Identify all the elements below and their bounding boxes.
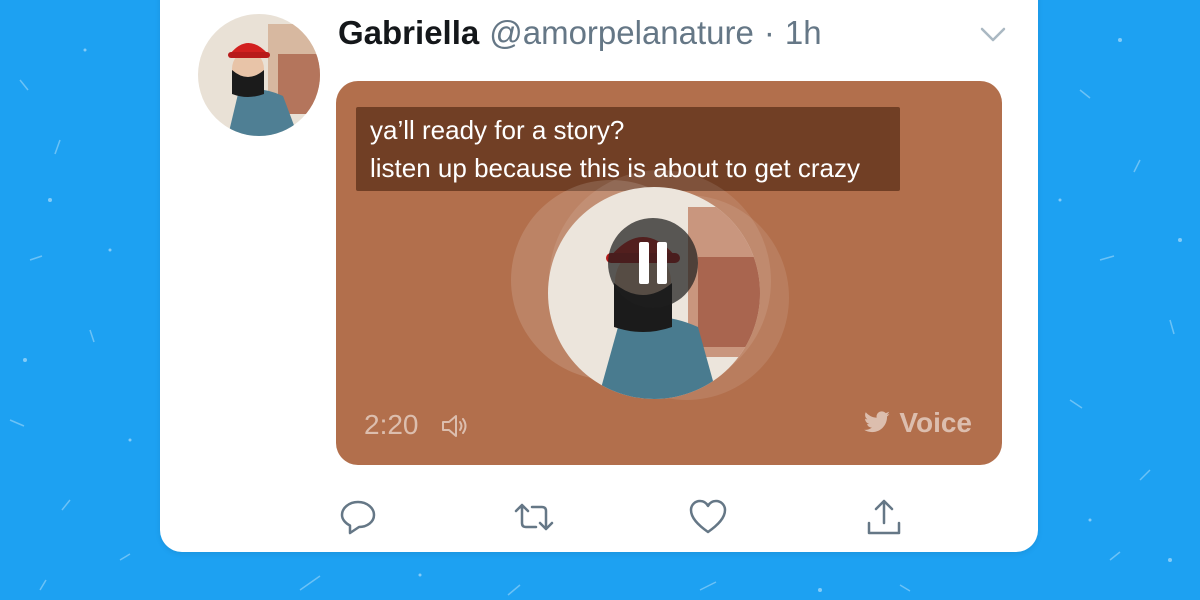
like-button[interactable] — [688, 497, 728, 537]
retweet-button[interactable] — [512, 497, 554, 537]
caption-line-1: ya’ll ready for a story? — [370, 115, 625, 145]
share-button[interactable] — [864, 497, 904, 537]
pause-icon — [639, 242, 649, 284]
reply-button[interactable] — [338, 497, 378, 537]
heart-icon — [689, 499, 727, 534]
speech-bubble-icon — [340, 500, 376, 535]
pause-icon — [657, 242, 667, 284]
separator-dot: · — [763, 14, 775, 51]
voice-brand: Voice — [863, 407, 972, 439]
chevron-down-icon[interactable] — [978, 22, 1008, 46]
retweet-icon — [514, 503, 554, 531]
tweet-header: Gabriella @amorpelanature · 1h — [338, 14, 822, 58]
voice-duration: 2:20 — [364, 409, 419, 440]
voice-tweet-card[interactable]: ya’ll ready for a story? listen up becau… — [336, 81, 1002, 465]
user-handle[interactable]: @amorpelanature — [489, 14, 754, 52]
twitter-bird-icon — [864, 411, 891, 433]
tweet-actions — [338, 497, 908, 537]
pause-button[interactable] — [608, 218, 698, 308]
tweet-time[interactable]: 1h — [785, 14, 822, 52]
tweet-card: Gabriella @amorpelanature · 1h ya’ll rea… — [160, 0, 1038, 552]
avatar[interactable] — [198, 14, 320, 136]
voice-brand-label: Voice — [899, 407, 972, 438]
share-icon — [867, 499, 901, 535]
avatar-photo — [198, 14, 320, 136]
display-name[interactable]: Gabriella — [338, 14, 479, 52]
speaker-icon[interactable] — [440, 413, 468, 439]
